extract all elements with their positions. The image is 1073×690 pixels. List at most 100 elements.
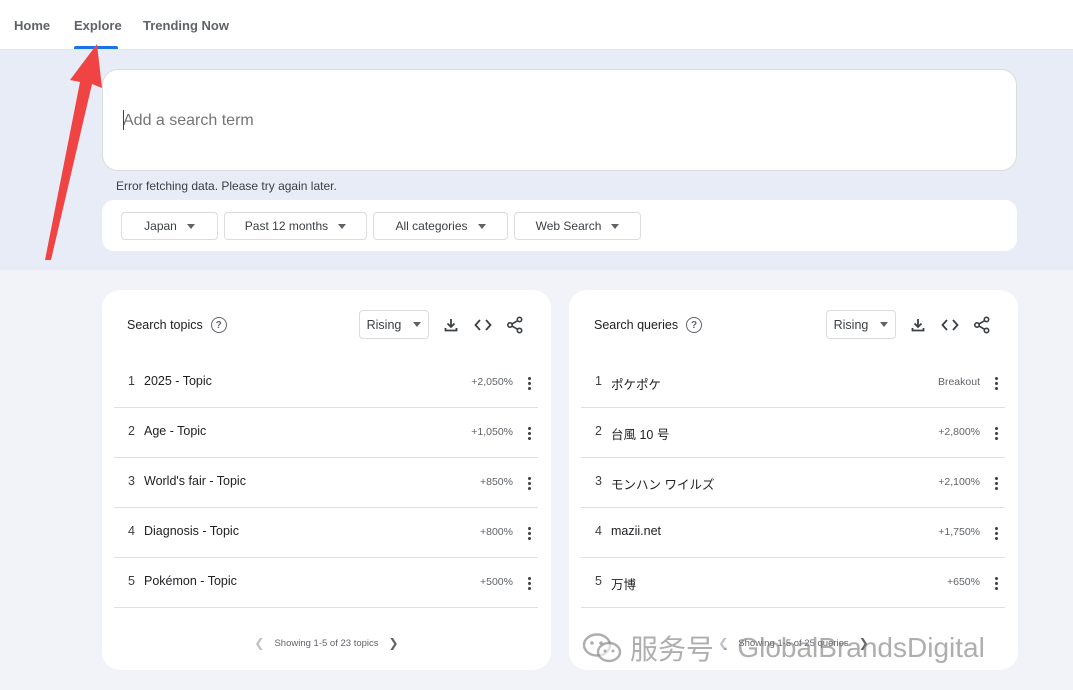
watermark-name: GlobalBrandsDigital (737, 632, 985, 663)
topic-label[interactable]: Age - Topic (144, 424, 206, 438)
share-icon[interactable] (505, 315, 525, 335)
topics-list: 1 2025 - Topic +2,050% 2 Age - Topic +1,… (114, 358, 538, 608)
rise-value: +2,100% (938, 476, 980, 488)
search-queries-panel: Search queries ? Rising 1 ポケポケ Breakout … (569, 290, 1018, 670)
panel-header: Search topics ? (127, 317, 227, 333)
panel-header: Search queries ? (594, 317, 703, 333)
sort-dropdown[interactable]: Rising (826, 310, 896, 339)
download-icon[interactable] (908, 315, 928, 335)
embed-code-icon[interactable] (940, 315, 960, 335)
rank: 3 (128, 474, 135, 488)
rank: 2 (128, 424, 135, 438)
search-input[interactable] (123, 106, 983, 136)
query-label[interactable]: 万博 (611, 574, 636, 593)
list-item[interactable]: 1 2025 - Topic +2,050% (114, 358, 538, 408)
rise-value: Breakout (937, 376, 980, 388)
search-property-dropdown[interactable]: Web Search (514, 212, 641, 240)
query-label[interactable]: mazii.net (611, 524, 661, 538)
chevron-down-icon (477, 223, 486, 229)
wechat-icon (582, 633, 622, 663)
search-topics-panel: Search topics ? Rising 1 2025 - Topic +2… (102, 290, 551, 670)
more-vert-icon[interactable] (991, 473, 1001, 493)
region-label: Japan (144, 219, 177, 233)
topic-label[interactable]: 2025 - Topic (144, 374, 212, 388)
pagination: ❮ Showing 1-5 of 23 topics ❯ (102, 636, 551, 650)
chevron-right-icon[interactable]: ❯ (389, 636, 399, 650)
active-tab-indicator (74, 46, 118, 49)
sort-label: Rising (833, 317, 869, 332)
category-dropdown[interactable]: All categories (373, 212, 508, 240)
list-item[interactable]: 1 ポケポケ Breakout (581, 358, 1005, 408)
list-item[interactable]: 4 mazii.net +1,750% (581, 508, 1005, 558)
tab-home[interactable]: Home (14, 18, 50, 33)
rise-value: +2,050% (471, 376, 513, 388)
list-item[interactable]: 2 Age - Topic +1,050% (114, 408, 538, 458)
queries-list: 1 ポケポケ Breakout 2 台風 10 号 +2,800% 3 モンハン… (581, 358, 1005, 608)
rise-value: +2,800% (938, 426, 980, 438)
rise-value: +850% (480, 476, 513, 488)
rise-value: +650% (947, 576, 980, 588)
more-vert-icon[interactable] (991, 573, 1001, 593)
list-item[interactable]: 5 Pokémon - Topic +500% (114, 558, 538, 608)
time-range-dropdown[interactable]: Past 12 months (224, 212, 367, 240)
share-icon[interactable] (972, 315, 992, 335)
list-item[interactable]: 3 World's fair - Topic +850% (114, 458, 538, 508)
watermark-channel: 服务号 (630, 634, 715, 665)
more-vert-icon[interactable] (524, 573, 534, 593)
sort-label: Rising (366, 317, 402, 332)
rise-value: +1,750% (938, 526, 980, 538)
help-icon[interactable]: ? (210, 317, 227, 333)
rank: 1 (128, 374, 135, 388)
rank: 4 (595, 524, 602, 538)
query-label[interactable]: ポケポケ (611, 374, 661, 393)
topic-label[interactable]: Pokémon - Topic (144, 574, 237, 588)
list-item[interactable]: 3 モンハン ワイルズ +2,100% (581, 458, 1005, 508)
pagination-label: Showing 1-5 of 23 topics (274, 637, 379, 649)
panel-title: Search topics (127, 318, 203, 332)
list-item[interactable]: 4 Diagnosis - Topic +800% (114, 508, 538, 558)
tab-trending-now[interactable]: Trending Now (143, 18, 229, 33)
text-cursor (123, 110, 124, 130)
download-icon[interactable] (441, 315, 461, 335)
topic-label[interactable]: World's fair - Topic (144, 474, 246, 488)
query-label[interactable]: モンハン ワイルズ (611, 474, 714, 493)
rank: 2 (595, 424, 602, 438)
top-navigation: Home Explore Trending Now (0, 0, 1073, 50)
rank: 5 (595, 574, 602, 588)
rank: 5 (128, 574, 135, 588)
rise-value: +1,050% (471, 426, 513, 438)
time-range-label: Past 12 months (244, 219, 329, 233)
sort-dropdown[interactable]: Rising (359, 310, 429, 339)
panel-title: Search queries (594, 318, 679, 332)
error-message: Error fetching data. Please try again la… (116, 179, 337, 193)
watermark-separator: · (722, 635, 730, 660)
chevron-down-icon (338, 223, 347, 229)
embed-code-icon[interactable] (473, 315, 493, 335)
chevron-down-icon (413, 322, 422, 327)
list-item[interactable]: 5 万博 +650% (581, 558, 1005, 608)
more-vert-icon[interactable] (524, 373, 534, 393)
chevron-left-icon[interactable]: ❮ (254, 636, 264, 650)
rise-value: +800% (480, 526, 513, 538)
rank: 3 (595, 474, 602, 488)
filter-bar: Japan Past 12 months All categories Web … (102, 200, 1017, 251)
more-vert-icon[interactable] (524, 523, 534, 543)
more-vert-icon[interactable] (991, 373, 1001, 393)
watermark: 服务号 · GlobalBrandsDigital (582, 628, 985, 668)
tab-explore[interactable]: Explore (74, 18, 122, 33)
rank: 1 (595, 374, 602, 388)
help-icon[interactable]: ? (686, 317, 703, 333)
more-vert-icon[interactable] (524, 423, 534, 443)
region-dropdown[interactable]: Japan (121, 212, 218, 240)
query-label[interactable]: 台風 10 号 (611, 424, 669, 443)
more-vert-icon[interactable] (524, 473, 534, 493)
list-item[interactable]: 2 台風 10 号 +2,800% (581, 408, 1005, 458)
more-vert-icon[interactable] (991, 423, 1001, 443)
category-label: All categories (395, 219, 468, 233)
more-vert-icon[interactable] (991, 523, 1001, 543)
topic-label[interactable]: Diagnosis - Topic (144, 524, 239, 538)
search-property-label: Web Search (535, 219, 602, 233)
search-card (102, 69, 1017, 171)
rank: 4 (128, 524, 135, 538)
chevron-down-icon (611, 223, 620, 229)
